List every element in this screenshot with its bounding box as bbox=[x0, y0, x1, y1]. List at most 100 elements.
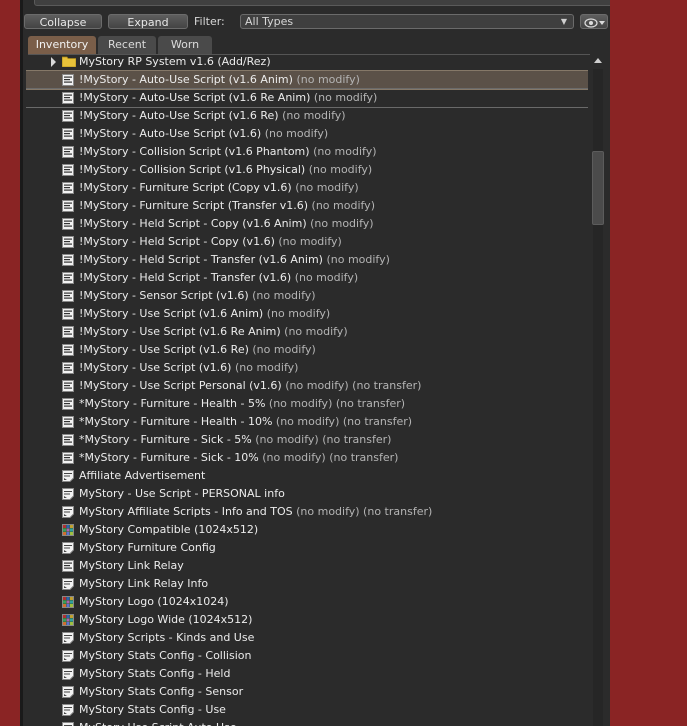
list-item[interactable]: MyStory Link Relay Info bbox=[26, 575, 588, 593]
tab-inventory[interactable]: Inventory bbox=[28, 36, 96, 54]
scroll-up-icon[interactable] bbox=[594, 58, 602, 63]
list-item[interactable]: !MyStory - Held Script - Transfer (v1.6)… bbox=[26, 269, 588, 287]
item-name: MyStory Stats Config - Use bbox=[79, 703, 226, 716]
list-item[interactable]: MyStory Logo (1024x1024) bbox=[26, 593, 588, 611]
item-name: MyStory Stats Config - Collision bbox=[79, 649, 252, 662]
item-permissions: (no modify) (no transfer) bbox=[296, 505, 433, 518]
list-item[interactable]: *MyStory - Furniture - Sick - 10% (no mo… bbox=[26, 449, 588, 467]
item-name: !MyStory - Use Script (v1.6) bbox=[79, 361, 232, 374]
list-item[interactable]: MyStory Affiliate Scripts - Info and TOS… bbox=[26, 503, 588, 521]
script-icon bbox=[62, 146, 74, 158]
list-item[interactable]: !MyStory - Furniture Script (Transfer v1… bbox=[26, 197, 588, 215]
list-item[interactable]: MyStory Logo Wide (1024x512) bbox=[26, 611, 588, 629]
item-label: !MyStory - Use Script (v1.6) (no modify) bbox=[79, 359, 298, 377]
list-item[interactable]: MyStory Use Script Auto Use bbox=[26, 719, 588, 726]
item-label: !MyStory - Auto-Use Script (v1.6) (no mo… bbox=[79, 125, 328, 143]
item-label: MyStory - Use Script - PERSONAL info bbox=[79, 485, 285, 503]
list-item[interactable]: !MyStory - Auto-Use Script (v1.6 Anim) (… bbox=[26, 70, 588, 90]
item-permissions: (no modify) bbox=[264, 127, 329, 140]
list-item[interactable]: Affiliate Advertisement bbox=[26, 467, 588, 485]
notecard-icon bbox=[62, 650, 74, 662]
list-item[interactable]: !MyStory - Held Script - Transfer (v1.6 … bbox=[26, 251, 588, 269]
item-name: !MyStory - Auto-Use Script (v1.6 Anim) bbox=[79, 73, 293, 86]
list-item[interactable]: !MyStory - Use Script (v1.6 Re Anim) (no… bbox=[26, 323, 588, 341]
scroll-thumb[interactable] bbox=[592, 151, 604, 225]
script-icon bbox=[62, 182, 74, 194]
item-permissions: (no modify) bbox=[278, 235, 342, 248]
list-item[interactable]: MyStory Stats Config - Use bbox=[26, 701, 588, 719]
item-permissions: (no modify) bbox=[308, 163, 373, 176]
notecard-icon bbox=[62, 722, 74, 726]
item-name: Affiliate Advertisement bbox=[79, 469, 206, 482]
list-item[interactable]: !MyStory - Use Script (v1.6) (no modify) bbox=[26, 359, 588, 377]
notecard-icon bbox=[62, 668, 74, 680]
item-name: MyStory Compatible (1024x512) bbox=[79, 523, 259, 536]
item-name: !MyStory - Collision Script (v1.6 Physic… bbox=[79, 163, 306, 176]
tab-worn[interactable]: Worn bbox=[158, 36, 212, 54]
list-item[interactable]: MyStory Stats Config - Collision bbox=[26, 647, 588, 665]
list-item[interactable]: !MyStory - Held Script - Copy (v1.6 Anim… bbox=[26, 215, 588, 233]
list-item[interactable]: !MyStory - Collision Script (v1.6 Physic… bbox=[26, 161, 588, 179]
script-icon bbox=[62, 128, 74, 140]
item-name: MyStory Link Relay Info bbox=[79, 577, 209, 590]
tab-recent[interactable]: Recent bbox=[98, 36, 156, 54]
list-item[interactable]: *MyStory - Furniture - Health - 10% (no … bbox=[26, 413, 588, 431]
scrollbar[interactable] bbox=[590, 55, 606, 726]
filter-inventory-input[interactable] bbox=[34, 0, 610, 6]
list-item[interactable]: MyStory Stats Config - Sensor bbox=[26, 683, 588, 701]
item-label: !MyStory - Use Script (v1.6 Re) (no modi… bbox=[79, 341, 316, 359]
list-item[interactable]: !MyStory - Auto-Use Script (v1.6 Re Anim… bbox=[26, 88, 588, 108]
notecard-icon bbox=[62, 542, 74, 554]
item-label: MyStory Stats Config - Use bbox=[79, 701, 226, 719]
list-item[interactable]: !MyStory - Sensor Script (v1.6) (no modi… bbox=[26, 287, 588, 305]
list-item[interactable]: !MyStory - Use Script (v1.6 Anim) (no mo… bbox=[26, 305, 588, 323]
expand-button[interactable]: Expand bbox=[108, 14, 188, 29]
folder-row[interactable]: MyStory RP System v1.6 (Add/Rez) bbox=[26, 55, 588, 71]
script-icon bbox=[62, 110, 74, 122]
script-icon bbox=[62, 200, 74, 212]
list-item[interactable]: MyStory Stats Config - Held bbox=[26, 665, 588, 683]
item-label: MyStory Furniture Config bbox=[79, 539, 216, 557]
script-icon bbox=[62, 398, 74, 410]
item-label: !MyStory - Furniture Script (Transfer v1… bbox=[79, 197, 375, 215]
list-item[interactable]: !MyStory - Auto-Use Script (v1.6 Re) (no… bbox=[26, 107, 588, 125]
item-permissions: (no modify) bbox=[294, 271, 359, 284]
item-name: !MyStory - Held Script - Copy (v1.6) bbox=[79, 235, 275, 248]
item-permissions: (no modify) bbox=[295, 181, 359, 194]
list-item[interactable]: MyStory - Use Script - PERSONAL info bbox=[26, 485, 588, 503]
filter-type-dropdown[interactable]: All Types ▼ bbox=[240, 14, 574, 29]
list-item[interactable]: *MyStory - Furniture - Sick - 5% (no mod… bbox=[26, 431, 588, 449]
item-name: MyStory Logo (1024x1024) bbox=[79, 595, 229, 608]
item-name: !MyStory - Auto-Use Script (v1.6 Re Anim… bbox=[79, 91, 311, 104]
script-icon bbox=[62, 308, 74, 320]
list-item[interactable]: !MyStory - Auto-Use Script (v1.6) (no mo… bbox=[26, 125, 588, 143]
texture-icon bbox=[62, 596, 74, 608]
item-label: MyStory Scripts - Kinds and Use bbox=[79, 629, 254, 647]
item-label: !MyStory - Held Script - Copy (v1.6) (no… bbox=[79, 233, 342, 251]
item-label: MyStory Use Script Auto Use bbox=[79, 719, 237, 726]
list-item[interactable]: MyStory Link Relay bbox=[26, 557, 588, 575]
item-label: !MyStory - Held Script - Transfer (v1.6 … bbox=[79, 251, 390, 269]
item-label: !MyStory - Collision Script (v1.6 Physic… bbox=[79, 161, 372, 179]
list-item[interactable]: *MyStory - Furniture - Health - 5% (no m… bbox=[26, 395, 588, 413]
list-item[interactable]: MyStory Furniture Config bbox=[26, 539, 588, 557]
list-item[interactable]: !MyStory - Collision Script (v1.6 Phanto… bbox=[26, 143, 588, 161]
view-options-button[interactable] bbox=[580, 14, 608, 29]
item-permissions: (no modify) bbox=[284, 325, 348, 338]
list-item[interactable]: !MyStory - Furniture Script (Copy v1.6) … bbox=[26, 179, 588, 197]
list-item[interactable]: MyStory Compatible (1024x512) bbox=[26, 521, 588, 539]
chevron-down-icon: ▼ bbox=[560, 17, 567, 26]
item-name: !MyStory - Sensor Script (v1.6) bbox=[79, 289, 249, 302]
item-permissions: (no modify) (no transfer) bbox=[285, 379, 422, 392]
list-item[interactable]: !MyStory - Use Script Personal (v1.6) (n… bbox=[26, 377, 588, 395]
expand-arrow-icon[interactable] bbox=[51, 57, 56, 67]
list-item[interactable]: MyStory Scripts - Kinds and Use bbox=[26, 629, 588, 647]
collapse-button[interactable]: Collapse bbox=[24, 14, 102, 29]
script-icon bbox=[62, 362, 74, 374]
folder-icon bbox=[62, 56, 76, 67]
item-label: MyStory Stats Config - Held bbox=[79, 665, 230, 683]
item-permissions: (no modify) bbox=[311, 199, 375, 212]
item-name: *MyStory - Furniture - Sick - 10% bbox=[79, 451, 259, 464]
list-item[interactable]: !MyStory - Held Script - Copy (v1.6) (no… bbox=[26, 233, 588, 251]
list-item[interactable]: !MyStory - Use Script (v1.6 Re) (no modi… bbox=[26, 341, 588, 359]
